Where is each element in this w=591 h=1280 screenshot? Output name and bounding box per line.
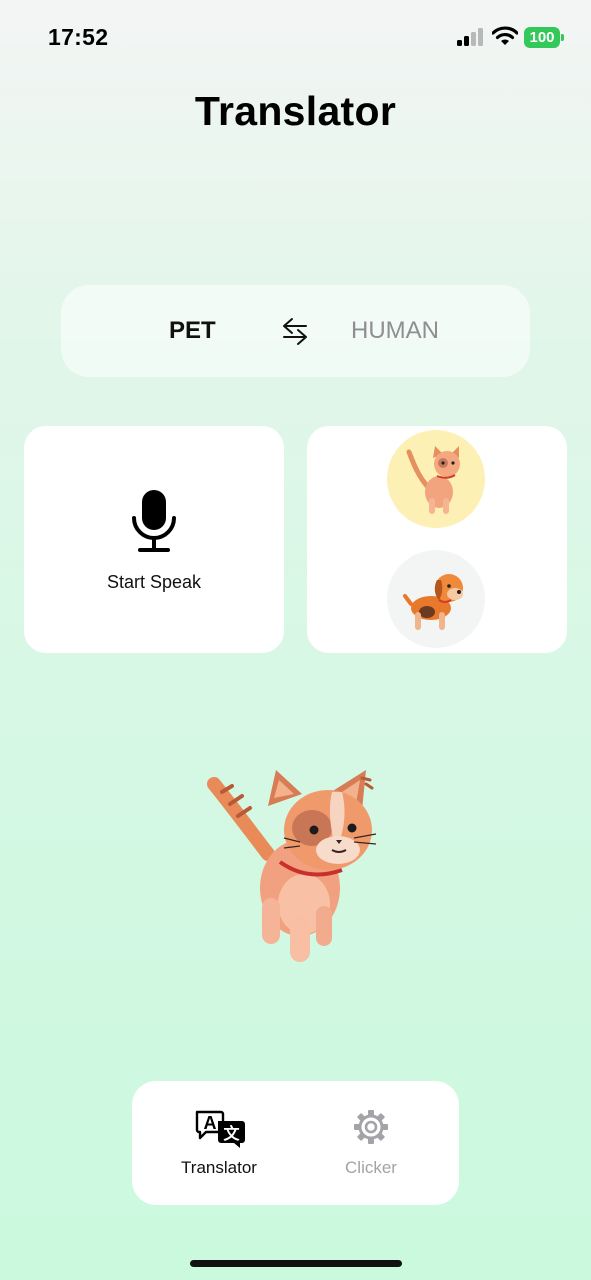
page-title: Translator [194, 88, 397, 134]
status-bar: 17:52 100 [0, 0, 591, 70]
wifi-icon [492, 26, 518, 45]
signal-icon [457, 28, 483, 46]
microphone-icon [132, 490, 176, 552]
translate-icon: A 文 [195, 1110, 245, 1148]
home-indicator[interactable] [190, 1260, 402, 1267]
start-speak-button[interactable]: Start Speak [24, 426, 284, 653]
battery-level: 100 [529, 29, 555, 46]
tab-clicker[interactable]: Clicker [296, 1081, 446, 1205]
cat-image [406, 446, 460, 514]
cat-character-image [207, 770, 377, 962]
tab-translator[interactable]: A 文 Translator [144, 1081, 294, 1205]
tab-translator-label: Translator [181, 1158, 257, 1177]
start-speak-label: Start Speak [106, 572, 202, 592]
dog-image [403, 574, 463, 630]
svg-text:文: 文 [223, 1124, 240, 1143]
tab-bar: A 文 Translator Clicker [132, 1081, 459, 1205]
source-language[interactable]: PET [169, 317, 216, 345]
language-switch: PET HUMAN [61, 285, 530, 377]
svg-text:A: A [204, 1113, 217, 1133]
tab-clicker-label: Clicker [345, 1158, 397, 1177]
status-time: 17:52 [48, 24, 109, 50]
pet-option-cat[interactable] [387, 430, 485, 528]
pet-option-dog[interactable] [387, 550, 485, 648]
target-language[interactable]: HUMAN [351, 317, 439, 345]
battery-icon: 100 [524, 27, 564, 48]
gear-icon [354, 1110, 388, 1144]
swap-arrows-icon[interactable] [281, 317, 309, 345]
pet-selector [307, 426, 567, 653]
